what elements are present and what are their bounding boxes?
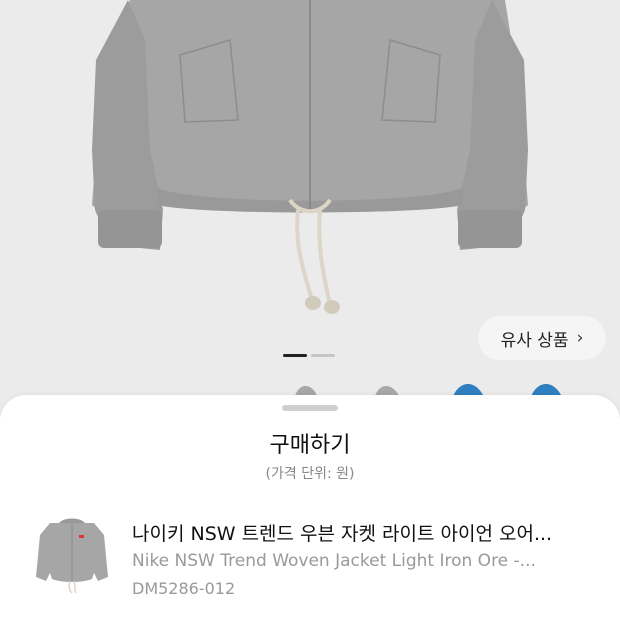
price-unit-note: (가격 단위: 원) <box>265 466 355 482</box>
pager-dot-active <box>283 354 307 357</box>
product-model-code: DM5286-012 <box>132 579 236 598</box>
chevron-right-icon: › <box>576 328 584 348</box>
purchase-sheet: 구매하기 (가격 단위: 원) 나이키 NSW 트렌드 우븐 자켓 라이트 아이… <box>0 395 620 635</box>
product-image-carousel[interactable]: 유사 상품 › <box>0 0 620 400</box>
product-name-korean[interactable]: 나이키 NSW 트렌드 우븐 자켓 라이트 아이언 오어... <box>132 519 602 546</box>
similar-products-label: 유사 상품 <box>500 330 569 351</box>
product-thumbnail <box>36 518 108 594</box>
pager-dot <box>311 354 335 357</box>
sheet-drag-handle[interactable] <box>282 405 338 411</box>
product-name-english: Nike NSW Trend Woven Jacket Light Iron O… <box>132 551 536 571</box>
similar-products-button[interactable]: 유사 상품 › <box>478 316 606 360</box>
carousel-pager <box>283 354 335 357</box>
sheet-title: 구매하기 <box>269 433 351 458</box>
